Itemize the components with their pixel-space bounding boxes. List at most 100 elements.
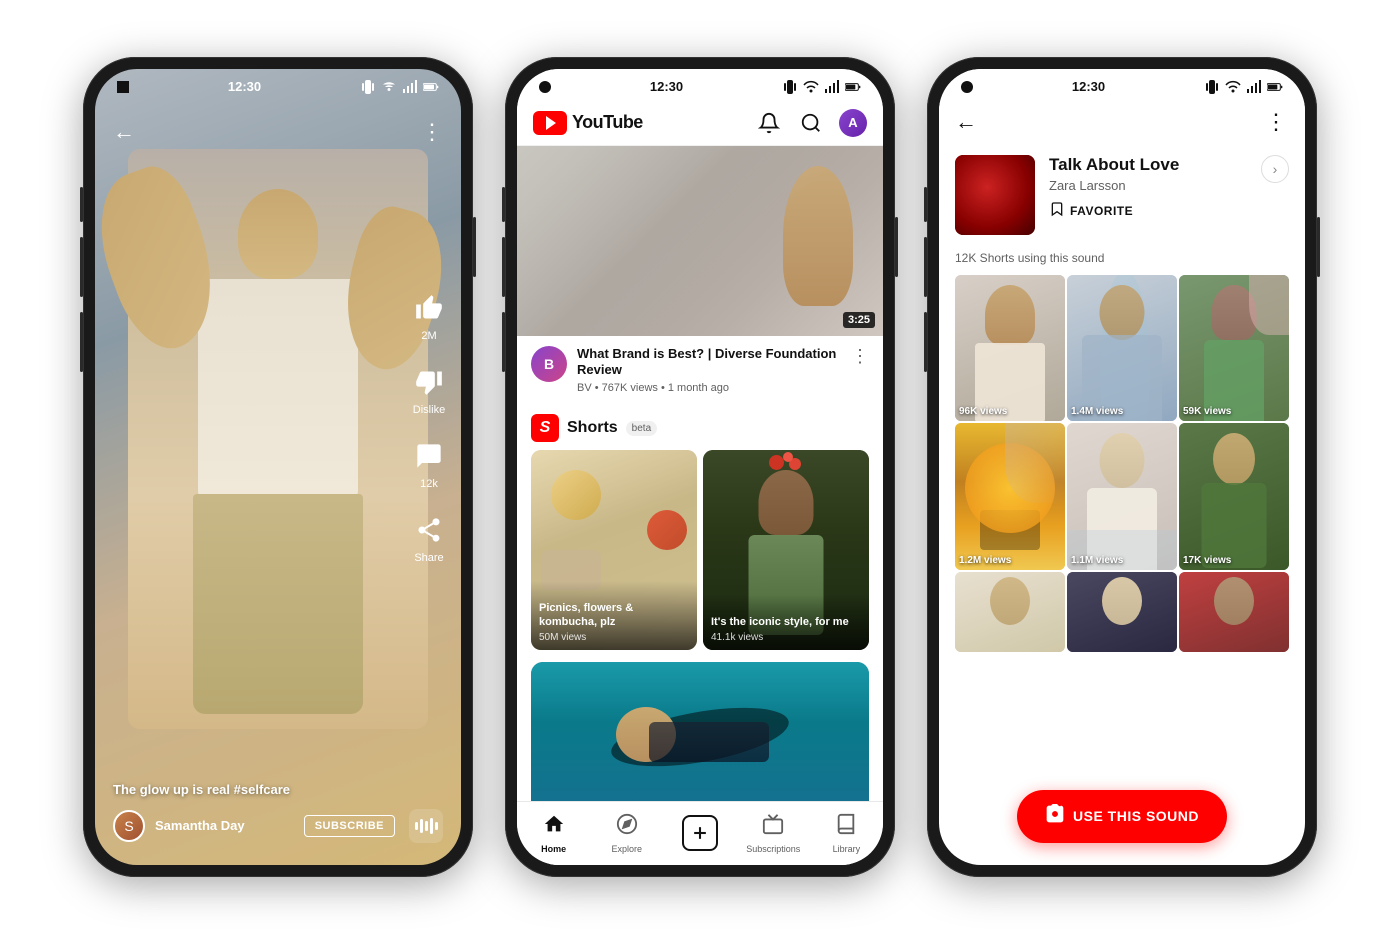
grid-views-3: 59K views <box>1183 406 1231 417</box>
share-icon <box>411 512 447 548</box>
use-sound-label: USE THIS SOUND <box>1073 808 1199 824</box>
shorts-caption: The glow up is real #selfcare <box>113 782 443 797</box>
nav-library-label: Library <box>833 844 861 854</box>
video-meta-sub: BV • 767K views • 1 month ago <box>577 382 841 394</box>
music-button[interactable] <box>409 809 443 843</box>
short-thumb-1: Picnics, flowers & kombucha, plz 50M vie… <box>531 450 697 650</box>
battery-icon <box>423 79 439 95</box>
vibrate-icon <box>360 79 376 95</box>
more-button[interactable]: ⋮ <box>1265 109 1289 135</box>
back-button[interactable]: ← <box>955 109 977 135</box>
signal-icon <box>402 79 418 95</box>
sound-thumbnail <box>955 155 1035 235</box>
shorts-grid: Picnics, flowers & kombucha, plz 50M vie… <box>517 450 883 650</box>
waveform-icon <box>415 818 438 834</box>
wifi-icon <box>803 79 819 95</box>
grid-item-3[interactable]: 59K views <box>1179 275 1289 422</box>
status-bar: 12:30 <box>95 69 461 101</box>
status-time: 12:30 <box>228 79 261 94</box>
dislike-control[interactable]: Dislike <box>411 364 447 416</box>
like-icon <box>411 290 447 326</box>
chevron-right-button[interactable]: › <box>1261 155 1289 183</box>
sound-details: Talk About Love Zara Larsson FAVORITE <box>1049 155 1247 222</box>
camera-icon <box>1045 804 1065 829</box>
nav-add[interactable] <box>663 815 736 851</box>
user-avatar[interactable]: A <box>839 109 867 137</box>
phone-shorts-player: 12:30 ← ⋮ 2M <box>83 57 473 877</box>
like-count: 2M <box>421 330 436 342</box>
phone-sound-detail: 12:30 ← ⋮ Talk About Love Zara <box>927 57 1317 877</box>
dislike-icon <box>411 364 447 400</box>
grid-item-4[interactable]: 1.2M views <box>955 423 1065 570</box>
signal-icon <box>824 79 840 95</box>
caption-hashtag: #selfcare <box>234 782 290 797</box>
grid-views-1: 96K views <box>959 406 1007 417</box>
explore-icon <box>616 813 638 841</box>
use-this-sound-button[interactable]: USE THIS SOUND <box>1017 790 1227 843</box>
sound-artist: Zara Larsson <box>1049 178 1247 193</box>
nav-subscriptions-label: Subscriptions <box>746 844 800 854</box>
wifi-icon <box>1225 79 1241 95</box>
more-button[interactable]: ⋮ <box>421 119 443 145</box>
grid-item-1[interactable]: 96K views <box>955 275 1065 422</box>
short-card-2[interactable]: It's the iconic style, for me 41.1k view… <box>703 450 869 650</box>
swimmer-image <box>531 662 869 812</box>
video-meta: What Brand is Best? | Diverse Foundation… <box>577 346 841 395</box>
video-more-button[interactable]: ⋮ <box>851 346 869 395</box>
yt-logo-text: YouTube <box>572 112 643 133</box>
nav-subscriptions[interactable]: Subscriptions <box>737 813 810 854</box>
grid-item-9[interactable] <box>1179 572 1289 652</box>
short-thumb-2: It's the iconic style, for me 41.1k view… <box>703 450 869 650</box>
nav-explore-label: Explore <box>612 844 643 854</box>
shorts-s-letter: S <box>540 419 551 437</box>
search-button[interactable] <box>797 109 825 137</box>
grid-views-2: 1.4M views <box>1071 406 1123 417</box>
bookmark-icon <box>1049 201 1065 222</box>
grid-item-6[interactable]: 17K views <box>1179 423 1289 570</box>
nav-library[interactable]: Library <box>810 813 883 854</box>
shorts-bottom: The glow up is real #selfcare S Samantha… <box>95 766 461 865</box>
nav-home[interactable]: Home <box>517 813 590 854</box>
thumb-image <box>517 146 883 336</box>
shorts-beta-badge: beta <box>626 421 657 436</box>
vibrate-icon <box>1204 79 1220 95</box>
battery-icon <box>845 79 861 95</box>
status-bar: 12:30 <box>939 69 1305 101</box>
yt-header: YouTube A <box>517 101 883 146</box>
grid-item-8[interactable] <box>1067 572 1177 652</box>
camera-dot <box>117 81 129 93</box>
shorts-logo: S <box>531 414 559 442</box>
shorts-side-controls: 2M Dislike 12k Share <box>411 290 447 564</box>
grid-item-5[interactable]: 1.1M views <box>1067 423 1177 570</box>
grid-views-6: 17K views <box>1183 555 1231 566</box>
like-control[interactable]: 2M <box>411 290 447 342</box>
video-info: B What Brand is Best? | Diverse Foundati… <box>517 336 883 405</box>
library-icon <box>835 813 857 841</box>
video-grid: 96K views 1.4M views 59K views <box>939 275 1305 652</box>
shorts-header: S Shorts beta <box>517 414 883 450</box>
status-icons <box>360 79 439 95</box>
status-bar: 12:30 <box>517 69 883 101</box>
notification-button[interactable] <box>755 109 783 137</box>
home-icon <box>543 813 565 841</box>
yt-logo: YouTube <box>533 111 643 135</box>
shorts-username: Samantha Day <box>155 818 294 833</box>
battery-icon <box>1267 79 1283 95</box>
subscriptions-icon <box>762 813 784 841</box>
short-card-1[interactable]: Picnics, flowers & kombucha, plz 50M vie… <box>531 450 697 650</box>
grid-item-2[interactable]: 1.4M views <box>1067 275 1177 422</box>
share-label: Share <box>414 552 443 564</box>
caption-text: The glow up is real <box>113 782 234 797</box>
share-control[interactable]: Share <box>411 512 447 564</box>
wifi-icon <box>381 79 397 95</box>
subscribe-button[interactable]: SUBSCRIBE <box>304 815 395 837</box>
shorts-background <box>95 69 461 865</box>
back-button[interactable]: ← <box>113 119 135 145</box>
yt-logo-icon <box>533 111 567 135</box>
swimming-video-thumbnail <box>531 662 869 812</box>
phone-youtube-home: 12:30 YouTube <box>505 57 895 877</box>
grid-item-7[interactable] <box>955 572 1065 652</box>
nav-explore[interactable]: Explore <box>590 813 663 854</box>
comments-control[interactable]: 12k <box>411 438 447 490</box>
favorite-button[interactable]: FAVORITE <box>1049 201 1247 222</box>
